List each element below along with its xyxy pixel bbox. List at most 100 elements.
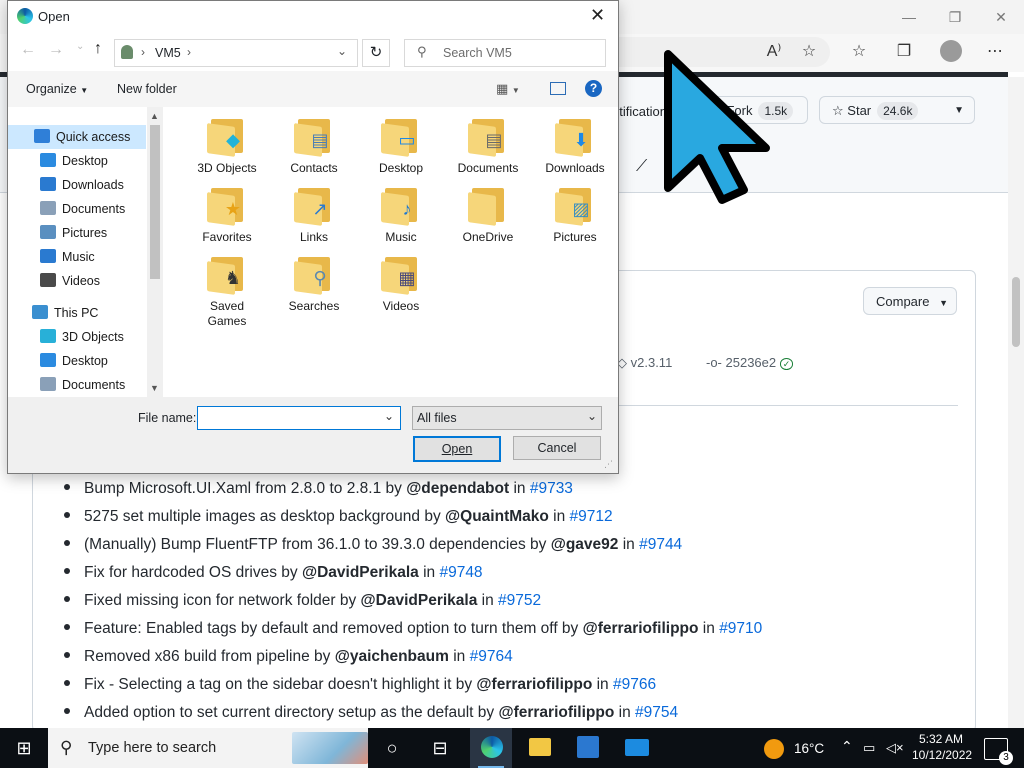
folder-item-saved-games[interactable]: ♞ Saved Games bbox=[187, 253, 267, 328]
note-pr-link[interactable]: #9733 bbox=[530, 480, 573, 497]
tag-link[interactable]: ◇ v2.3.11 bbox=[617, 355, 672, 371]
nav-scrollbar-thumb[interactable] bbox=[150, 125, 160, 279]
nav-scrollbar[interactable]: ▲ ▼ bbox=[147, 107, 163, 397]
taskbar-search-box[interactable]: ⚲ Type here to search bbox=[48, 728, 368, 768]
note-pr-link[interactable]: #9752 bbox=[498, 592, 541, 609]
page-scrollbar-thumb[interactable] bbox=[1012, 277, 1020, 347]
dialog-close-button[interactable]: ✕ bbox=[590, 5, 605, 26]
mail-icon[interactable] bbox=[625, 739, 649, 756]
preview-pane-icon[interactable] bbox=[550, 82, 566, 95]
browser-maximize-button[interactable]: ❐ bbox=[932, 6, 978, 28]
note-author-link[interactable]: @dependabot bbox=[406, 480, 509, 497]
favorites-icon[interactable]: ☆ bbox=[848, 41, 870, 63]
breadcrumb-dropdown-icon[interactable]: ⌄ bbox=[337, 44, 347, 58]
cancel-button[interactable]: Cancel bbox=[513, 436, 601, 460]
file-explorer-icon[interactable] bbox=[529, 738, 551, 756]
search-input[interactable]: ⚲ Search VM5 bbox=[404, 39, 606, 67]
view-options-icon[interactable]: ▦ ▼ bbox=[496, 81, 520, 97]
back-arrow-icon[interactable]: ← bbox=[20, 41, 36, 59]
note-pr-link[interactable]: #9766 bbox=[613, 676, 656, 693]
verified-check-icon: ✓ bbox=[779, 358, 794, 370]
folder-item-documents[interactable]: ▤ Documents bbox=[448, 115, 528, 181]
note-text: Added option to set current directory se… bbox=[84, 704, 499, 721]
store-icon[interactable] bbox=[577, 736, 599, 758]
help-icon[interactable]: ? bbox=[585, 80, 602, 97]
refresh-button[interactable]: ↻ bbox=[362, 39, 390, 67]
document-icon: ▤ bbox=[485, 130, 503, 150]
refresh-icon: ↻ bbox=[369, 44, 383, 61]
folder-item-favorites[interactable]: ★ Favorites bbox=[187, 184, 267, 250]
nav-item-this-pc[interactable]: This PC bbox=[32, 301, 162, 325]
file-type-select[interactable]: All files ⌄ bbox=[412, 406, 602, 430]
open-button-label: Open bbox=[441, 442, 473, 456]
note-author-link[interactable]: @yaichenbaum bbox=[335, 648, 449, 665]
folder-item-downloads[interactable]: ⬇ Downloads bbox=[535, 115, 615, 181]
compare-button[interactable]: Compare ▼ bbox=[863, 287, 957, 315]
add-favorite-icon[interactable]: ☆ bbox=[798, 41, 820, 63]
folder-item-desktop[interactable]: ▭ Desktop bbox=[361, 115, 441, 181]
commit-icon: -o- bbox=[706, 355, 722, 370]
folder-item-music[interactable]: ♪ Music bbox=[361, 184, 441, 250]
tray-chevron-up-icon[interactable]: ⌃ bbox=[841, 738, 853, 755]
chevron-down-icon[interactable]: ⌄ bbox=[384, 409, 394, 423]
star-dropdown-icon[interactable]: ▼ bbox=[954, 97, 964, 125]
up-arrow-icon[interactable]: ↑ bbox=[94, 40, 102, 58]
download-icon bbox=[40, 177, 56, 191]
folder-item-contacts[interactable]: ▤ Contacts bbox=[274, 115, 354, 181]
scroll-down-icon[interactable]: ▼ bbox=[150, 383, 159, 393]
action-center-icon[interactable]: 3 bbox=[984, 738, 1013, 765]
weather-temperature[interactable]: 16°C bbox=[794, 741, 824, 756]
note-author-link[interactable]: @QuaintMako bbox=[445, 508, 549, 525]
note-author-link[interactable]: @DavidPerikala bbox=[302, 564, 419, 581]
network-icon[interactable]: ▭ bbox=[863, 740, 875, 756]
edge-taskbar-button[interactable] bbox=[470, 728, 512, 768]
scroll-up-icon[interactable]: ▲ bbox=[150, 111, 159, 121]
dialog-command-bar: Organize ▼ New folder ▦ ▼ ? bbox=[8, 71, 618, 107]
volume-muted-icon[interactable]: ◁× bbox=[886, 740, 904, 756]
collections-icon[interactable]: ❐ bbox=[893, 41, 915, 63]
resize-grip-icon[interactable]: ⋰ bbox=[604, 459, 613, 470]
page-scrollbar[interactable] bbox=[1008, 77, 1024, 728]
forward-arrow-icon[interactable]: → bbox=[48, 41, 64, 59]
folder-item-links[interactable]: ↗ Links bbox=[274, 184, 354, 250]
note-pr-link[interactable]: #9712 bbox=[570, 508, 613, 525]
clock[interactable]: 5:32 AM 10/12/2022 bbox=[912, 732, 972, 762]
task-view-icon[interactable]: ⊟ bbox=[428, 736, 452, 760]
note-author-link[interactable]: @gave92 bbox=[551, 536, 619, 553]
star-icon bbox=[34, 129, 50, 143]
folder-item-3d-objects[interactable]: ◆ 3D Objects bbox=[187, 115, 267, 181]
note-author-link[interactable]: @ferrariofilippo bbox=[498, 704, 614, 721]
folder-item-pictures[interactable]: ▨ Pictures bbox=[535, 184, 615, 250]
new-folder-button[interactable]: New folder bbox=[117, 82, 177, 96]
note-pr-link[interactable]: #9744 bbox=[639, 536, 682, 553]
folder-item-searches[interactable]: ⚲ Searches bbox=[274, 253, 354, 319]
note-author-link[interactable]: @ferrariofilippo bbox=[583, 620, 699, 637]
profile-avatar[interactable] bbox=[940, 40, 962, 62]
release-notes-list: Bump Microsoft.UI.Xaml from 2.8.0 to 2.8… bbox=[60, 475, 990, 727]
folder-item-videos[interactable]: ▦ Videos bbox=[361, 253, 441, 319]
browser-minimize-button[interactable]: — bbox=[886, 6, 932, 28]
note-pr-link[interactable]: #9748 bbox=[439, 564, 482, 581]
note-pr-link[interactable]: #9710 bbox=[719, 620, 762, 637]
nav-item-label: Desktop bbox=[62, 154, 108, 168]
insights-icon[interactable]: ⟋ bbox=[636, 158, 647, 176]
windows-start-icon[interactable]: ⊞ bbox=[12, 736, 36, 760]
breadcrumb-location[interactable]: VM5 bbox=[155, 46, 181, 60]
chess-icon: ♞ bbox=[224, 268, 242, 288]
note-author-link[interactable]: @DavidPerikala bbox=[361, 592, 478, 609]
task-view-circle-icon[interactable]: ○ bbox=[380, 736, 404, 760]
note-author-link[interactable]: @ferrariofilippo bbox=[476, 676, 592, 693]
breadcrumb-bar[interactable]: › VM5 › ⌄ bbox=[114, 39, 358, 67]
nav-item-quick-access[interactable]: Quick access bbox=[8, 125, 146, 149]
note-pr-link[interactable]: #9754 bbox=[635, 704, 678, 721]
folder-item-onedrive[interactable]: OneDrive bbox=[448, 184, 528, 250]
commit-link[interactable]: -o- 25236e2 ✓ bbox=[706, 355, 794, 370]
organize-menu[interactable]: Organize ▼ bbox=[26, 82, 88, 96]
more-menu-icon[interactable]: ⋯ bbox=[984, 41, 1006, 63]
filename-input[interactable]: ⌄ bbox=[197, 406, 401, 430]
browser-close-button[interactable]: ✕ bbox=[978, 6, 1024, 28]
recent-chevron-icon[interactable]: ⌄ bbox=[76, 41, 84, 52]
note-pr-link[interactable]: #9764 bbox=[470, 648, 513, 665]
star-button[interactable]: ☆ Star 24.6k ▼ bbox=[819, 96, 975, 124]
open-button[interactable]: Open bbox=[413, 436, 501, 462]
